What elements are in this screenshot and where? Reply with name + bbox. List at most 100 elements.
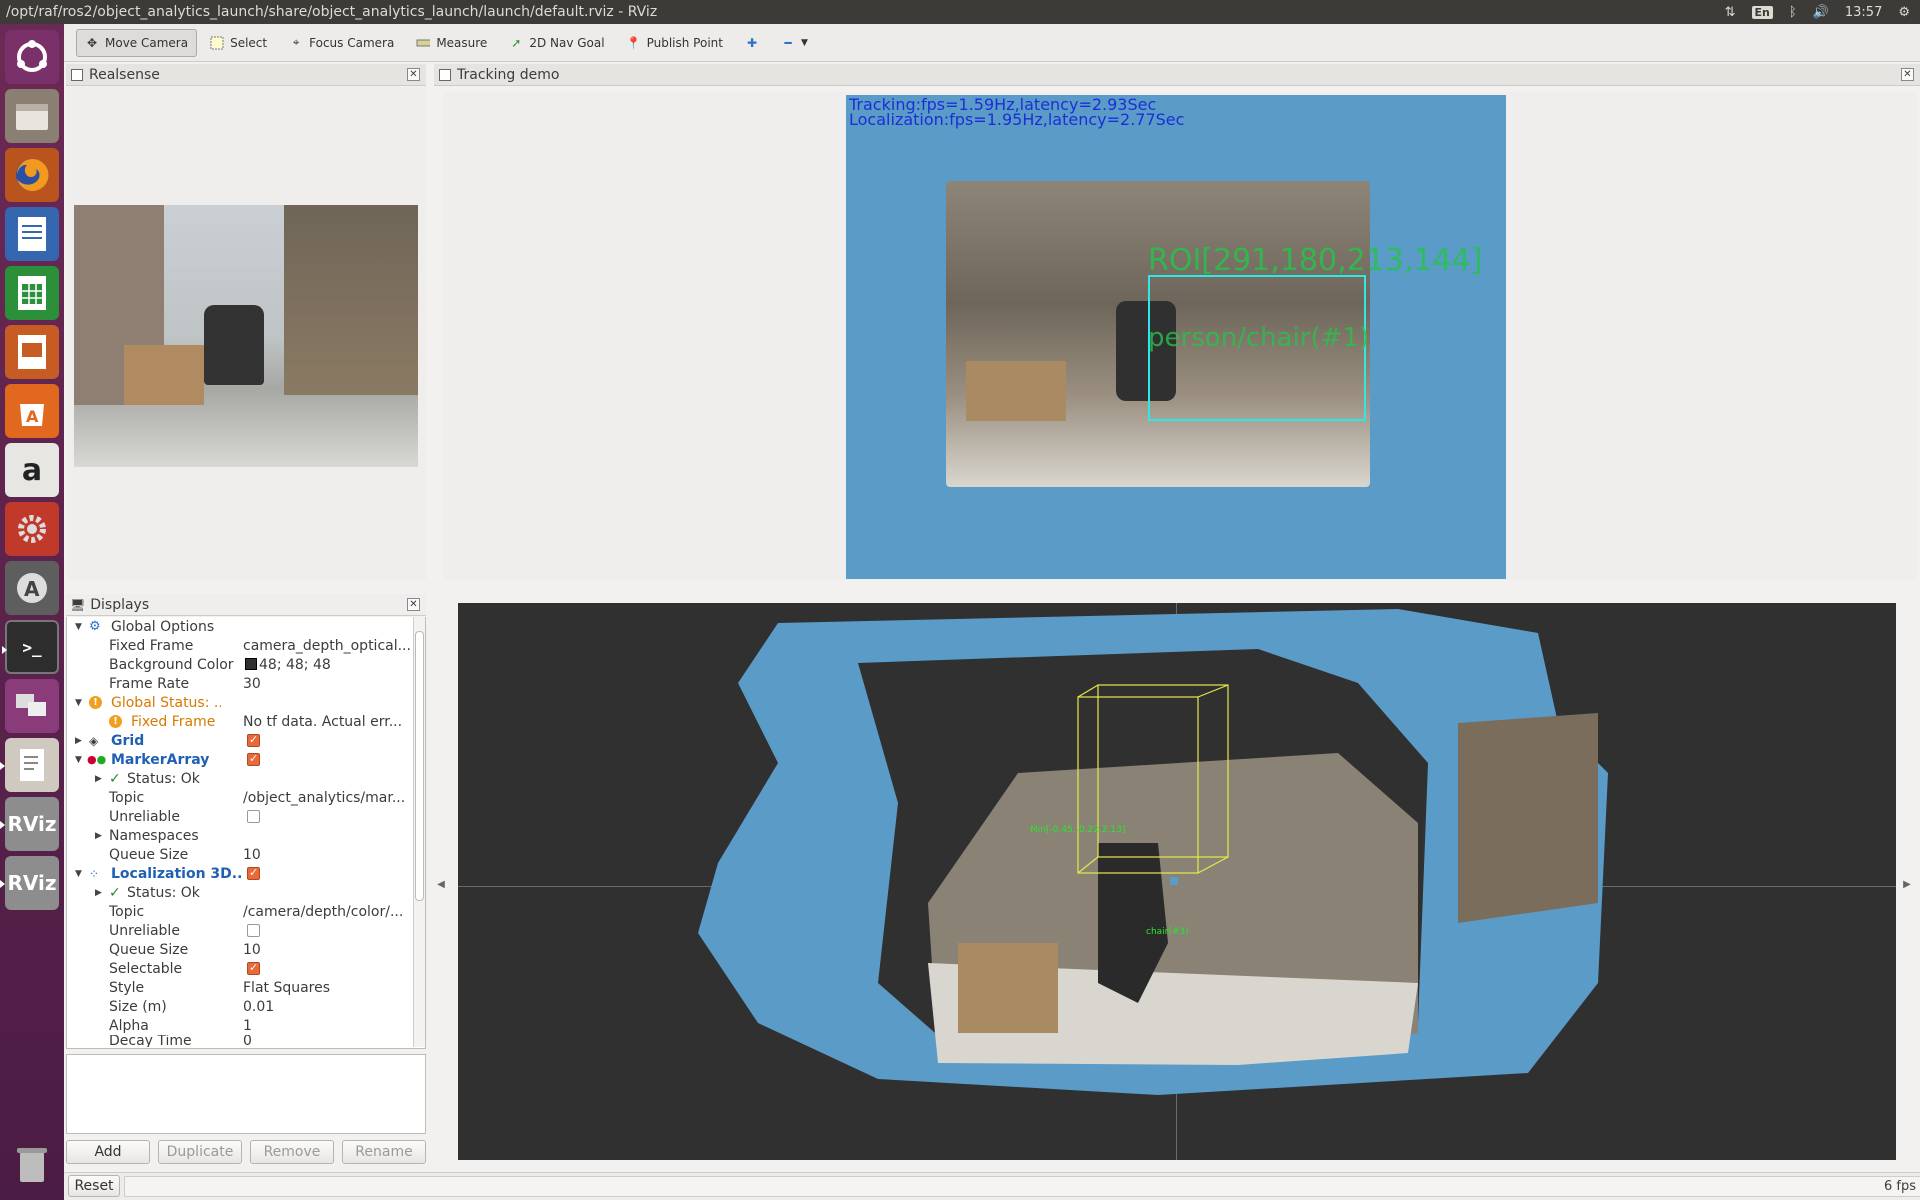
tree-row-decay-time[interactable]: Decay Time 0 — [67, 1035, 413, 1047]
nav-goal-tool[interactable]: ➚ 2D Nav Goal — [500, 29, 613, 57]
system-settings-icon[interactable] — [5, 502, 59, 556]
rename-button[interactable]: Rename — [342, 1140, 426, 1164]
expand-down-icon[interactable]: ▼ — [75, 869, 82, 879]
unreliable-checkbox[interactable] — [247, 810, 260, 823]
plus-icon: ✚ — [746, 35, 757, 50]
tree-row-localization-3d[interactable]: ▼ ⁘ Localization 3D... — [67, 864, 413, 883]
tree-row-fixed-frame[interactable]: Fixed Frame camera_depth_optical... — [67, 636, 413, 655]
left-dock-collapse[interactable]: ◀ — [434, 596, 448, 1172]
panel-icon — [71, 68, 83, 81]
tree-row-style[interactable]: Style Flat Squares — [67, 978, 413, 997]
expand-down-icon[interactable]: ▼ — [75, 755, 82, 765]
close-icon[interactable]: ✕ — [407, 68, 420, 81]
focus-camera-icon: ⌖ — [292, 35, 300, 49]
reset-button[interactable]: Reset — [68, 1175, 120, 1197]
bluetooth-icon[interactable]: ᛒ — [1789, 5, 1797, 20]
focus-camera-tool[interactable]: ⌖ Focus Camera — [280, 29, 403, 57]
tree-row-namespaces[interactable]: ▶ Namespaces — [67, 826, 413, 845]
remove-tool-button[interactable]: ━ ▼ — [772, 29, 817, 57]
remove-button[interactable]: Remove — [250, 1140, 334, 1164]
tree-row-status-ok-2[interactable]: ▶ ✓ Status: Ok — [67, 883, 413, 902]
color-swatch[interactable] — [245, 658, 257, 670]
unreliable-checkbox-2[interactable] — [247, 924, 260, 937]
rviz-icon[interactable]: RViz — [0, 797, 59, 851]
fps-indicator: 6 fps — [1883, 1179, 1916, 1194]
terminal-icon[interactable]: >_ — [2, 620, 59, 674]
writer-icon[interactable] — [5, 207, 59, 261]
green-arrow-icon: ➚ — [511, 35, 522, 50]
impress-icon[interactable] — [5, 325, 59, 379]
rviz-icon-2[interactable]: RViz — [0, 856, 59, 910]
localization-enabled-checkbox[interactable] — [247, 866, 260, 880]
text-editor-icon[interactable] — [0, 738, 59, 792]
tree-row-unreliable[interactable]: Unreliable — [67, 807, 413, 826]
realsense-panel-title: Realsense — [89, 66, 160, 83]
tree-row-unreliable-2[interactable]: Unreliable — [67, 921, 413, 940]
expand-right-icon[interactable]: ▶ — [95, 831, 102, 841]
ruler-icon — [416, 36, 431, 50]
office-chair — [204, 305, 264, 385]
tree-row-markerarray[interactable]: ▼ ●● MarkerArray — [67, 750, 413, 769]
firefox-icon[interactable] — [5, 148, 59, 202]
calc-icon[interactable] — [5, 266, 59, 320]
scrollbar-thumb[interactable] — [415, 631, 424, 901]
markerarray-enabled-checkbox[interactable] — [247, 752, 260, 766]
network-icon[interactable]: ⇅ — [1725, 5, 1736, 20]
expand-down-icon[interactable]: ▼ — [75, 698, 82, 708]
move-camera-icon: ✥ — [86, 35, 98, 50]
move-camera-tool[interactable]: ✥ Move Camera — [76, 28, 198, 57]
chevron-down-icon: ▼ — [800, 37, 808, 48]
tree-row-topic[interactable]: Topic /object_analytics/mar... — [67, 788, 413, 807]
tree-row-topic-2[interactable]: Topic /camera/depth/color/... — [67, 902, 413, 921]
amazon-icon[interactable]: a — [5, 443, 59, 497]
tree-row-queue-size[interactable]: Queue Size 10 — [67, 845, 413, 864]
expand-right-icon[interactable]: ▶ — [75, 736, 82, 746]
settings-gear-icon[interactable]: ⚙ — [1898, 5, 1910, 20]
tree-row-size[interactable]: Size (m) 0.01 — [67, 997, 413, 1016]
realsense-panel — [66, 87, 426, 580]
duplicate-button[interactable]: Duplicate — [158, 1140, 242, 1164]
tree-row-status-ok[interactable]: ▶ ✓ Status: Ok — [67, 769, 413, 788]
system-top-bar: /opt/raf/ros2/object_analytics_launch/sh… — [0, 0, 1920, 24]
software-updater-icon[interactable]: A — [5, 561, 59, 615]
files-icon[interactable] — [5, 89, 59, 143]
displays-button-row: Add Duplicate Remove Rename — [66, 1140, 426, 1164]
ubuntu-dash-icon[interactable] — [5, 30, 59, 84]
trash-icon[interactable] — [5, 1137, 59, 1191]
select-tool[interactable]: Select — [201, 29, 276, 57]
expand-down-icon[interactable]: ▼ — [75, 622, 82, 632]
tree-row-alpha[interactable]: Alpha 1 — [67, 1016, 413, 1035]
tree-row-selectable[interactable]: Selectable — [67, 959, 413, 978]
tree-row-global-status[interactable]: ▼ ! Global Status: ... — [67, 693, 413, 712]
tree-row-background-color[interactable]: Background Color 48; 48; 48 — [67, 655, 413, 674]
grid-enabled-checkbox[interactable] — [247, 733, 260, 747]
publish-point-tool[interactable]: 📍 Publish Point — [618, 29, 732, 57]
map-pin-icon: 📍 — [626, 35, 642, 50]
software-center-icon[interactable]: A — [5, 384, 59, 438]
tree-row-queue-size-2[interactable]: Queue Size 10 — [67, 940, 413, 959]
add-tool-button[interactable]: ✚ — [736, 29, 768, 57]
clock[interactable]: 13:57 — [1845, 5, 1882, 20]
close-icon[interactable]: ✕ — [1901, 68, 1914, 81]
measure-tool[interactable]: Measure — [407, 29, 496, 57]
expand-right-icon[interactable]: ▶ — [95, 888, 102, 898]
keyboard-layout[interactable]: En — [1751, 5, 1773, 19]
volume-icon[interactable]: 🔊 — [1813, 5, 1829, 20]
localization-fps-text: Localization:fps=1.95Hz,latency=2.77Sec — [849, 110, 1185, 129]
right-dock-collapse[interactable]: ▶ — [1900, 596, 1914, 1172]
tracked-object-label: person/chair(#1) — [1148, 323, 1370, 353]
tree-row-fixed-frame-status[interactable]: ! Fixed Frame No tf data. Actual err... — [67, 712, 413, 731]
selectable-checkbox[interactable] — [247, 961, 260, 975]
tree-row-frame-rate[interactable]: Frame Rate 30 — [67, 674, 413, 693]
checkmark-icon: ✓ — [109, 884, 121, 901]
remote-desktop-icon[interactable] — [5, 679, 59, 733]
expand-right-icon[interactable]: ▶ — [95, 774, 102, 784]
displays-scrollbar[interactable] — [413, 617, 425, 1047]
3d-viewport[interactable]: Min[-0.45,-0.22,2.13] chair(#3) — [458, 603, 1896, 1160]
displays-tree: ▼ ⚙ Global Options Fixed Frame camera_de… — [66, 617, 426, 1049]
close-icon[interactable]: ✕ — [407, 598, 420, 611]
tree-row-global-options[interactable]: ▼ ⚙ Global Options — [67, 617, 413, 636]
gear-icon: ⚙ — [89, 619, 101, 634]
tree-row-grid[interactable]: ▶ ◈ Grid — [67, 731, 413, 750]
add-button[interactable]: Add — [66, 1140, 150, 1164]
